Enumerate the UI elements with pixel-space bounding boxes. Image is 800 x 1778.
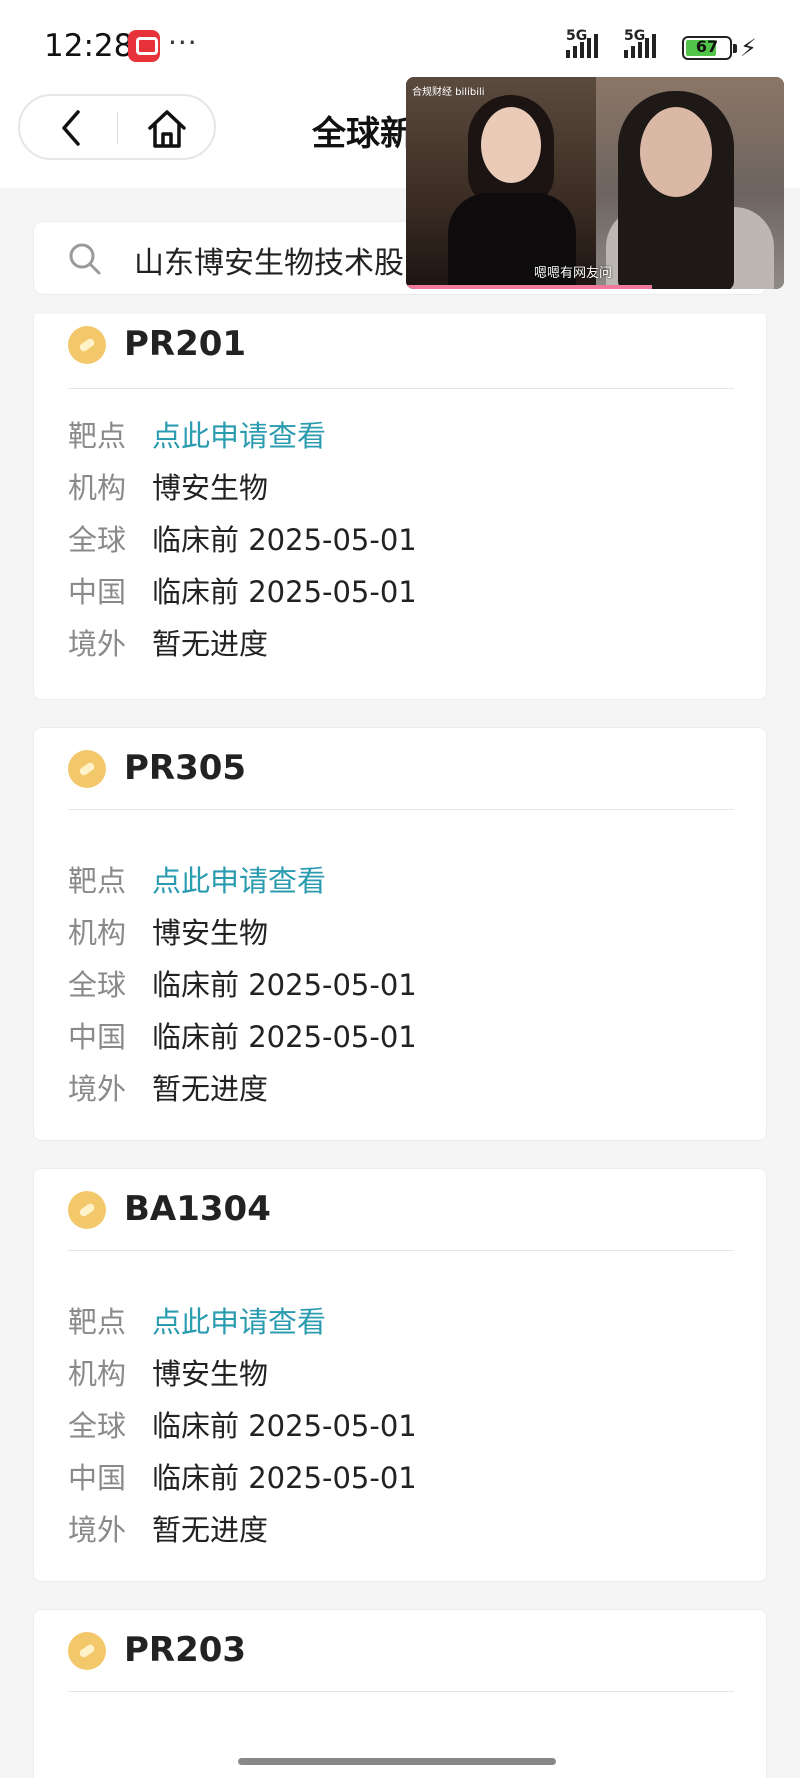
- search-icon: [69, 243, 101, 275]
- pill-icon: [68, 750, 106, 788]
- pipeline-card[interactable]: PR203: [33, 1609, 767, 1778]
- video-progress-bar: [406, 285, 652, 289]
- pipeline-card[interactable]: BA1304 靶点 点此申请查看 机构 博安生物 全球 临床前 2025-05-01 …: [33, 1168, 767, 1582]
- nav-capsule: [18, 94, 216, 160]
- apply-view-link[interactable]: 点此申请查看: [152, 1305, 326, 1339]
- status-time: 12:28: [44, 28, 134, 64]
- card-title: BA1304: [124, 1189, 271, 1229]
- card-row-org: 机构 博安生物: [68, 471, 269, 505]
- signal-icon-2: 5G: [624, 28, 656, 58]
- card-row-china: 中国 临床前 2025-05-01: [68, 1461, 417, 1495]
- card-row-china: 中国 临床前 2025-05-01: [68, 1020, 417, 1054]
- back-button[interactable]: [50, 106, 96, 150]
- chevron-left-icon: [62, 110, 80, 146]
- video-caption: 嗯嗯有网友问: [534, 266, 613, 281]
- battery-icon: 67: [682, 36, 737, 60]
- pill-icon: [68, 1191, 106, 1229]
- card-row-global: 全球 临床前 2025-05-01: [68, 1409, 417, 1443]
- signal-icon-1: 5G: [566, 28, 598, 58]
- card-header: BA1304: [68, 1169, 734, 1251]
- status-overflow-dots: ···: [168, 26, 198, 59]
- apply-view-link[interactable]: 点此申请查看: [152, 864, 326, 898]
- page-title: 全球新: [312, 114, 414, 154]
- video-watermark: 合规财经 bilibili: [412, 87, 485, 98]
- card-header: PR201: [68, 314, 734, 389]
- pill-icon: [68, 326, 106, 364]
- home-button[interactable]: [144, 106, 190, 150]
- battery-level: 67: [695, 37, 719, 56]
- home-icon: [148, 110, 186, 148]
- pill-icon: [68, 1632, 106, 1670]
- card-row-org: 机构 博安生物: [68, 1357, 269, 1391]
- card-title: PR203: [124, 1630, 247, 1670]
- card-row-target: 靶点 点此申请查看: [68, 1305, 327, 1339]
- card-title: PR305: [124, 748, 247, 788]
- app-notification-icon: [128, 30, 160, 62]
- card-row-org: 机构 博安生物: [68, 916, 269, 950]
- signal-2-label: 5G: [624, 28, 646, 44]
- card-header: PR203: [68, 1610, 734, 1692]
- card-header: PR305: [68, 728, 734, 810]
- card-title: PR201: [124, 324, 247, 364]
- card-row-overseas: 境外 暂无进度: [68, 1072, 269, 1106]
- home-indicator[interactable]: [238, 1758, 556, 1765]
- floating-video-window[interactable]: 合规财经 bilibili 嗯嗯有网友问: [406, 77, 784, 289]
- charging-icon: ⚡: [740, 34, 757, 62]
- pipeline-card[interactable]: PR305 靶点 点此申请查看 机构 博安生物 全球 临床前 2025-05-01 中…: [33, 727, 767, 1141]
- pipeline-card[interactable]: PR201 靶点 点此申请查看 机构 博安生物 全球 临床前 2025-05-01 中…: [33, 314, 767, 700]
- video-right-feed: [596, 77, 784, 289]
- card-row-global: 全球 临床前 2025-05-01: [68, 523, 417, 557]
- video-left-feed: [406, 77, 596, 289]
- card-row-global: 全球 临床前 2025-05-01: [68, 968, 417, 1002]
- card-row-target: 靶点 点此申请查看: [68, 419, 327, 453]
- signal-1-label: 5G: [566, 28, 588, 44]
- card-row-target: 靶点 点此申请查看: [68, 864, 327, 898]
- card-row-china: 中国 临床前 2025-05-01: [68, 575, 417, 609]
- card-row-overseas: 境外 暂无进度: [68, 1513, 269, 1547]
- card-row-overseas: 境外 暂无进度: [68, 627, 269, 661]
- apply-view-link[interactable]: 点此申请查看: [152, 419, 326, 453]
